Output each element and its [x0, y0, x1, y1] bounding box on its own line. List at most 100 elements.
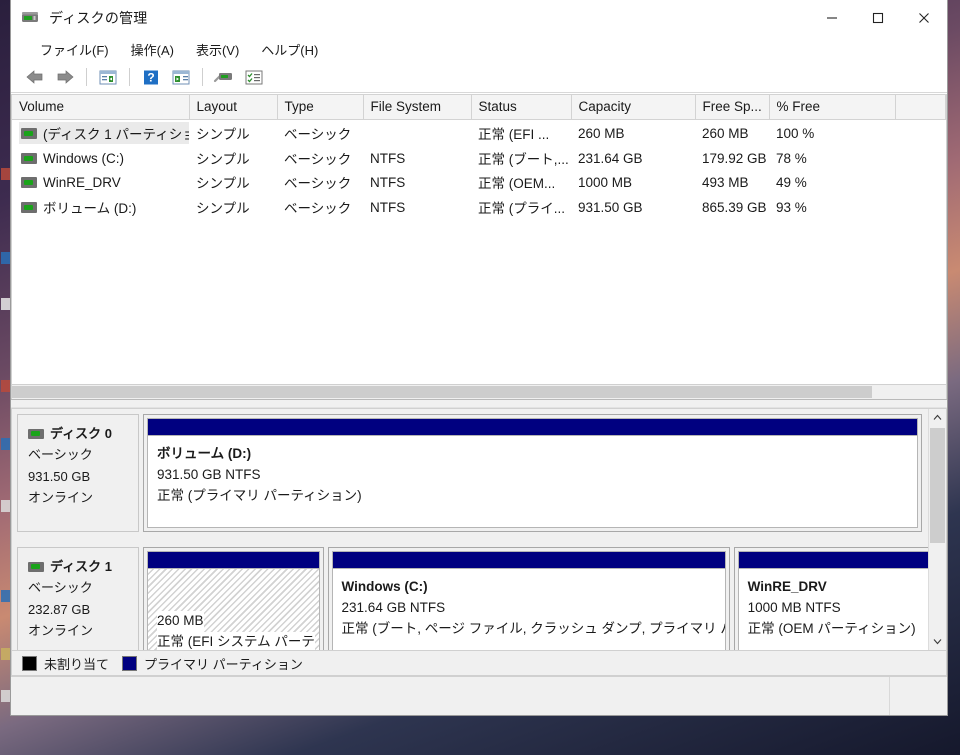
- partition-status: 正常 (ブート, ページ ファイル, クラッシュ ダンプ, プライマリ パー: [341, 620, 726, 636]
- close-button[interactable]: [901, 0, 947, 36]
- menu-help[interactable]: ヘルプ(H): [250, 38, 329, 61]
- cell-volume[interactable]: Windows (C:): [12, 146, 189, 170]
- column-header-capacity[interactable]: Capacity: [571, 94, 696, 120]
- column-header-percent-free[interactable]: % Free: [769, 94, 896, 120]
- column-header-file-system[interactable]: File System: [363, 94, 472, 120]
- cell-layout: シンプル: [196, 176, 250, 191]
- disk-icon[interactable]: [210, 65, 238, 89]
- disk-info-1[interactable]: ディスク 1 ベーシック 232.87 GB オンライン: [17, 547, 139, 650]
- cell-layout: シンプル: [196, 152, 250, 167]
- cell-volume[interactable]: (ディスク 1 パーティショ...: [12, 120, 189, 147]
- scrollbar-thumb[interactable]: [930, 428, 945, 543]
- volume-icon: [21, 152, 37, 164]
- menu-view[interactable]: 表示(V): [185, 38, 250, 61]
- scrollbar-track[interactable]: [929, 426, 946, 633]
- table-row[interactable]: WinRE_DRV シンプル ベーシック NTFS 正常 (OEM... 100…: [12, 170, 946, 194]
- volume-label: WinRE_DRV: [43, 174, 121, 190]
- column-header-type[interactable]: Type: [277, 94, 364, 120]
- cell-type: ベーシック: [284, 127, 352, 142]
- cell-layout: シンプル: [196, 127, 250, 142]
- pane-splitter[interactable]: [11, 399, 947, 408]
- partition-title: ボリューム (D:): [157, 446, 252, 461]
- partition-windows-c[interactable]: Windows (C:) 231.64 GB NTFS 正常 (ブート, ページ…: [327, 547, 730, 650]
- graphical-view-vertical-scrollbar[interactable]: [928, 409, 946, 650]
- disk-management-window: ディスクの管理 ファイル(F) 操作(A) 表示(V) ヘルプ(H) ? Vol…: [10, 0, 948, 716]
- cell-capacity: 931.50 GB: [578, 199, 643, 215]
- table-row[interactable]: Windows (C:) シンプル ベーシック NTFS 正常 (ブート,...…: [12, 146, 946, 170]
- cell-status: 正常 (EFI ...: [478, 127, 550, 142]
- cell-type: ベーシック: [284, 152, 352, 167]
- volume-icon: [21, 201, 37, 213]
- table-row[interactable]: (ディスク 1 パーティショ... シンプル ベーシック 正常 (EFI ...…: [12, 120, 946, 147]
- column-header-layout[interactable]: Layout: [189, 94, 278, 120]
- partition-title: Windows (C:): [341, 579, 428, 594]
- volume-table-body: (ディスク 1 パーティショ... シンプル ベーシック 正常 (EFI ...…: [12, 120, 946, 221]
- partition-details: ボリューム (D:) 931.50 GB NTFS 正常 (プライマリ パーティ…: [147, 435, 918, 528]
- partition-size-fs: 931.50 GB NTFS: [157, 466, 261, 482]
- cell-percent-free: 93 %: [776, 199, 807, 215]
- task-list-icon[interactable]: [240, 65, 268, 89]
- partition-size-fs: 1000 MB NTFS: [747, 599, 841, 615]
- volume-list-horizontal-scrollbar[interactable]: [11, 384, 947, 399]
- disk-type: ベーシック: [28, 447, 93, 463]
- column-header-free-space[interactable]: Free Sp...: [695, 94, 770, 120]
- chevron-up-icon[interactable]: [929, 409, 946, 426]
- cell-filler: [895, 170, 946, 194]
- disk-partitions-0: ボリューム (D:) 931.50 GB NTFS 正常 (プライマリ パーティ…: [139, 409, 928, 537]
- partition-size-fs: 231.64 GB NTFS: [341, 599, 446, 615]
- volume-icon: [21, 176, 37, 188]
- status-bar: [11, 676, 947, 715]
- chevron-down-icon[interactable]: [929, 633, 946, 650]
- disk-partitions-1: 260 MB 正常 (EFI システム パーテ Windows (C:) 231…: [139, 542, 928, 650]
- column-header-volume[interactable]: Volume: [12, 94, 190, 120]
- toolbar-separator: [129, 68, 130, 86]
- action-pane-icon[interactable]: [167, 65, 195, 89]
- cell-free-space: 260 MB: [702, 125, 749, 141]
- disk-row-1: ディスク 1 ベーシック 232.87 GB オンライン 260 MB 正常 (…: [12, 542, 928, 650]
- menu-bar: ファイル(F) 操作(A) 表示(V) ヘルプ(H): [11, 36, 947, 62]
- partition-details: Windows (C:) 231.64 GB NTFS 正常 (ブート, ページ…: [331, 568, 726, 650]
- disk-name-row: ディスク 0: [28, 423, 138, 444]
- cell-file-system: NTFS: [370, 174, 406, 190]
- disk-management-icon: [21, 10, 41, 26]
- partition-efi-system[interactable]: 260 MB 正常 (EFI システム パーテ: [143, 547, 324, 650]
- properties-icon[interactable]: [94, 65, 122, 89]
- disk-info-0[interactable]: ディスク 0 ベーシック 931.50 GB オンライン: [17, 414, 139, 532]
- column-header-filler[interactable]: [895, 94, 946, 120]
- legend-label-primary: プライマリ パーティション: [144, 656, 303, 672]
- legend-label-unallocated: 未割り当て: [44, 656, 110, 672]
- disk-size: 232.87 GB: [28, 601, 91, 617]
- partition-status: 正常 (OEM パーティション): [747, 620, 916, 636]
- toolbar-separator: [86, 68, 87, 86]
- column-header-status[interactable]: Status: [471, 94, 572, 120]
- menu-file[interactable]: ファイル(F): [29, 38, 120, 61]
- status-bar-cell: [11, 677, 890, 715]
- menu-action[interactable]: 操作(A): [120, 38, 185, 61]
- back-arrow-icon[interactable]: [21, 65, 49, 89]
- cell-volume[interactable]: ボリューム (D:): [12, 194, 189, 220]
- minimize-button[interactable]: [809, 0, 855, 36]
- cell-status: 正常 (OEM...: [478, 176, 556, 191]
- cell-percent-free: 100 %: [776, 125, 815, 141]
- disk-icon: [28, 561, 44, 572]
- cell-capacity: 260 MB: [578, 125, 625, 141]
- disk-name-row: ディスク 1: [28, 556, 138, 577]
- help-icon[interactable]: ?: [137, 65, 165, 89]
- volume-table: Volume Layout Type File System Status Ca…: [12, 94, 946, 220]
- window-controls: [809, 0, 947, 36]
- cell-filler: [895, 194, 946, 220]
- cell-free-space: 865.39 GB: [702, 199, 767, 215]
- scrollbar-thumb[interactable]: [12, 386, 872, 398]
- partition-volume-d[interactable]: ボリューム (D:) 931.50 GB NTFS 正常 (プライマリ パーティ…: [143, 414, 922, 532]
- table-row[interactable]: ボリューム (D:) シンプル ベーシック NTFS 正常 (プライ... 93…: [12, 194, 946, 220]
- partition-title: WinRE_DRV: [747, 579, 827, 594]
- cell-volume[interactable]: WinRE_DRV: [12, 170, 189, 194]
- volume-table-header: Volume Layout Type File System Status Ca…: [12, 94, 946, 120]
- cell-status: 正常 (プライ...: [478, 201, 565, 216]
- disk-size: 931.50 GB: [28, 468, 91, 484]
- volume-label: (ディスク 1 パーティショ...: [43, 127, 189, 142]
- partition-winre-drv[interactable]: WinRE_DRV 1000 MB NTFS 正常 (OEM パーティション): [733, 547, 928, 650]
- forward-arrow-icon[interactable]: [51, 65, 79, 89]
- cell-file-system: NTFS: [370, 150, 406, 166]
- maximize-button[interactable]: [855, 0, 901, 36]
